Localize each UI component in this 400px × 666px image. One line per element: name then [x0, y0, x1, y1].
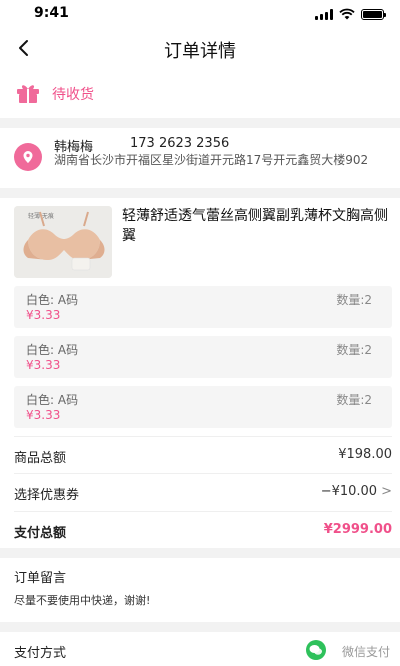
order-card: 轻薄·无痕 轻薄舒适透气蕾丝高侧翼副乳薄杯文胸高侧翼 白色: A码 ¥3.33 …	[0, 198, 400, 548]
sku-price: ¥3.33	[26, 408, 61, 422]
sku-item: 白色: A码 ¥3.33 数量:2	[14, 336, 392, 378]
order-status-row: 待收货	[0, 68, 400, 118]
address-card[interactable]: 韩梅梅 173 2623 2356 湖南省长沙市开福区星沙街道开元路17号开元鑫…	[0, 128, 400, 188]
coupon-value: −¥10.00	[320, 484, 378, 499]
address-detail: 湖南省长沙市开福区星沙街道开元路17号开元鑫贸大楼902	[54, 153, 369, 167]
product-image[interactable]: 轻薄·无痕	[14, 206, 112, 278]
sku-spec: 白色: A码	[26, 343, 79, 357]
sku-item: 白色: A码 ¥3.33 数量:2	[14, 386, 392, 428]
signal-icon	[315, 8, 333, 20]
status-time: 9:41	[34, 5, 69, 21]
pay-total-label: 支付总额	[14, 526, 67, 541]
status-icons	[315, 8, 386, 20]
pay-total-value: ¥2999.00	[323, 522, 392, 537]
sku-item: 白色: A码 ¥3.33 数量:2	[14, 286, 392, 328]
sku-price: ¥3.33	[26, 308, 61, 322]
nav-bar: 订单详情	[0, 28, 400, 68]
order-note-card: 订单留言 尽量不要使用中快递，谢谢!	[0, 558, 400, 622]
coupon-row[interactable]: 选择优惠券 −¥10.00 >	[14, 473, 392, 509]
recipient-phone: 173 2623 2356	[130, 136, 230, 151]
pay-total-row: 支付总额 ¥2999.00	[14, 511, 392, 547]
goods-total-value: ¥198.00	[338, 447, 392, 462]
coupon-value-wrap[interactable]: −¥10.00 >	[321, 484, 392, 499]
product-title[interactable]: 轻薄舒适透气蕾丝高侧翼副乳薄杯文胸高侧翼	[122, 206, 392, 246]
status-bar: 9:41	[0, 0, 400, 28]
order-note-text: 尽量不要使用中快递，谢谢!	[14, 594, 151, 607]
payment-method-value: 微信支付	[341, 645, 390, 659]
order-note-title: 订单留言	[14, 571, 67, 586]
sku-price: ¥3.33	[26, 358, 61, 372]
gift-icon	[17, 85, 39, 103]
wechat-icon	[306, 640, 326, 660]
payment-method-label: 支付方式	[14, 646, 67, 661]
sku-quantity: 数量:2	[336, 293, 372, 307]
page-title: 订单详情	[164, 41, 236, 62]
sku-quantity: 数量:2	[336, 343, 372, 357]
sku-spec: 白色: A码	[26, 293, 79, 307]
order-status-text: 待收货	[52, 87, 94, 103]
battery-icon	[361, 8, 386, 20]
goods-total-label: 商品总额	[14, 451, 67, 466]
location-pin-icon	[14, 143, 42, 171]
payment-method-row[interactable]: 支付方式 微信支付	[0, 632, 400, 666]
sku-spec: 白色: A码	[26, 393, 79, 407]
goods-total-row: 商品总额 ¥198.00	[14, 436, 392, 472]
sku-quantity: 数量:2	[336, 393, 372, 407]
coupon-label: 选择优惠券	[14, 488, 80, 503]
wifi-icon	[339, 8, 355, 20]
chevron-right-icon: >	[381, 484, 392, 499]
